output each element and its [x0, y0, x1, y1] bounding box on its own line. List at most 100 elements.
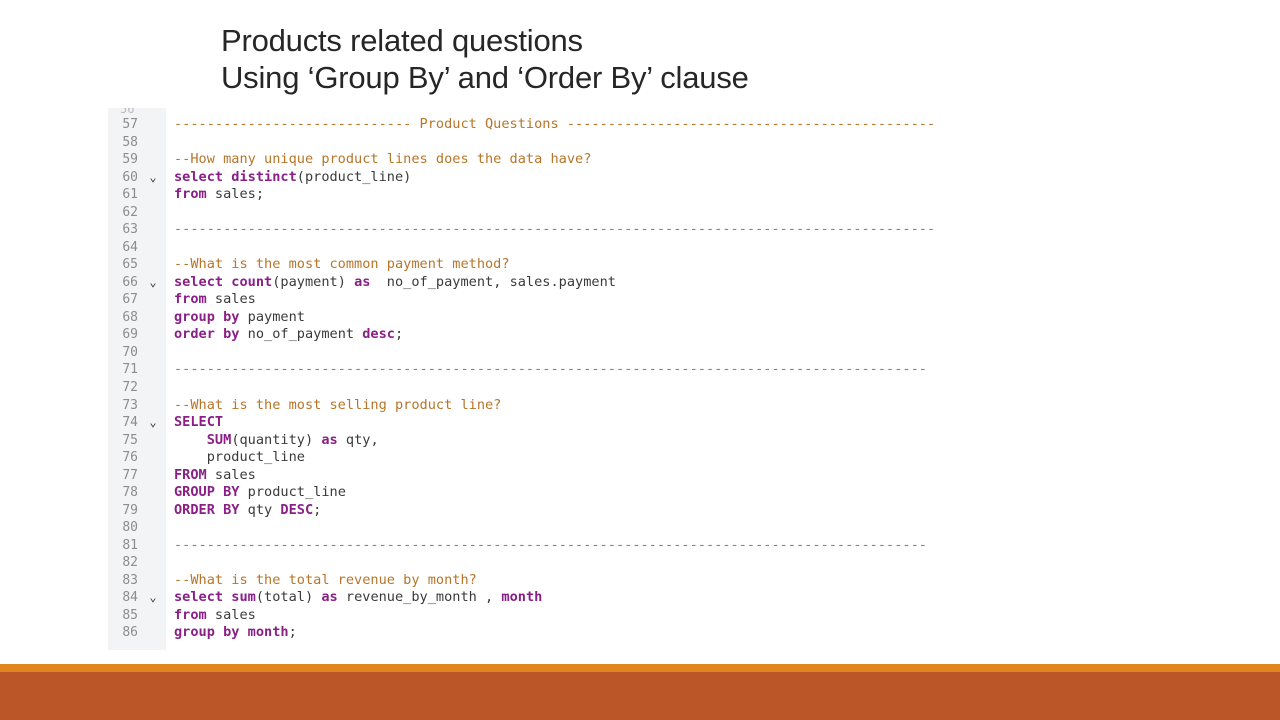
sql-keyword: group by month	[174, 624, 289, 641]
code-line: 70	[108, 344, 1216, 362]
sql-keyword: as	[321, 589, 338, 606]
line-number: 62	[122, 204, 138, 220]
sql-keyword: from	[174, 186, 207, 203]
sql-text: no_of_payment	[239, 326, 363, 343]
code-text: product_line	[174, 449, 305, 467]
code-line: 64	[108, 239, 1216, 257]
code-text: --What is the most selling product line?	[174, 397, 501, 415]
sql-keyword: DESC	[280, 501, 314, 518]
sql-text: sales;	[206, 186, 265, 203]
sql-text: revenue_by_month ,	[337, 589, 502, 606]
fold-chevron-icon[interactable]: ⌄	[146, 589, 160, 607]
line-number: 69	[122, 327, 138, 343]
fold-chevron-icon[interactable]: ⌄	[146, 169, 160, 187]
sql-text: no_of_payment, sales.payment	[370, 273, 616, 290]
code-line: 85 from sales	[108, 607, 1216, 625]
code-text: group by payment	[174, 309, 305, 327]
line-number: 81	[122, 537, 138, 553]
line-number: 64	[122, 239, 138, 255]
code-line: 71 --------------------------------------…	[108, 361, 1216, 379]
code-text: FROM sales	[174, 467, 256, 485]
code-lines: 57 ----------------------------- Product …	[108, 116, 1216, 642]
line-number: 71	[122, 362, 138, 378]
code-line: 81 --------------------------------------…	[108, 537, 1216, 555]
code-text: --What is the total revenue by month?	[174, 572, 477, 590]
footer-bar	[0, 672, 1280, 720]
line-number: 86	[122, 625, 138, 641]
sql-text: qty	[239, 501, 281, 518]
sql-keyword: FROM	[174, 466, 207, 483]
code-line: 73 --What is the most selling product lin…	[108, 397, 1216, 415]
sql-keyword: order by	[174, 326, 240, 343]
fold-chevron-icon[interactable]: ⌄	[146, 414, 160, 432]
slide-title-line-2: Using ‘Group By’ and ‘Order By’ clause	[221, 60, 749, 95]
code-text: SUM(quantity) as qty,	[174, 432, 379, 450]
code-text: ORDER BY qty DESC;	[174, 502, 321, 520]
code-text: --How many unique product lines does the…	[174, 151, 591, 169]
line-number: 67	[122, 292, 138, 308]
line-number: 61	[122, 187, 138, 203]
code-line: 74 ⌄ SELECT	[108, 414, 1216, 432]
line-number: 58	[122, 134, 138, 150]
slide-title: Products related questions Using ‘Group …	[221, 22, 749, 96]
code-text: from sales	[174, 291, 256, 309]
code-text: from sales;	[174, 186, 264, 204]
sql-text: product_line	[239, 484, 346, 501]
sql-text: (total)	[255, 589, 322, 606]
code-line: 63 --------------------------------------…	[108, 221, 1216, 239]
sql-text: sales	[206, 466, 256, 483]
line-number: 76	[122, 450, 138, 466]
sql-text: product_line	[174, 449, 305, 466]
code-line: 69 order by no_of_payment desc;	[108, 326, 1216, 344]
code-text: GROUP BY product_line	[174, 484, 346, 502]
sql-comment: --What is the most common payment method…	[174, 256, 510, 273]
sql-comment: --What is the total revenue by month?	[174, 571, 477, 588]
accent-bar	[0, 664, 1280, 672]
code-line: 84 ⌄ select sum(total) as revenue_by_month…	[108, 589, 1216, 607]
sql-text: (product_line)	[296, 168, 412, 185]
sql-comment: --How many unique product lines does the…	[174, 151, 592, 168]
slide-title-line-1: Products related questions	[221, 23, 583, 58]
partial-line-number: 56	[120, 108, 135, 116]
code-text: ----------------------------------------…	[174, 221, 935, 239]
code-line: 76 product_line	[108, 449, 1216, 467]
line-number: 57	[122, 117, 138, 132]
sql-keyword: SELECT	[174, 414, 224, 431]
sql-text: ;	[395, 326, 404, 343]
sql-text: payment	[239, 308, 305, 325]
line-number: 66	[122, 274, 138, 290]
code-line: 65 --What is the most common payment meth…	[108, 256, 1216, 274]
line-number: 72	[122, 379, 138, 395]
line-number: 79	[122, 502, 138, 518]
sql-text: sales	[206, 291, 256, 308]
sql-keyword: from	[174, 291, 207, 308]
line-number: 75	[122, 432, 138, 448]
code-text: order by no_of_payment desc;	[174, 326, 403, 344]
code-text: --What is the most common payment method…	[174, 256, 510, 274]
sql-keyword: ORDER BY	[174, 501, 240, 518]
code-text: group by month;	[174, 624, 297, 642]
line-number: 74	[122, 415, 138, 431]
code-line: 83 --What is the total revenue by month?	[108, 572, 1216, 590]
line-number: 82	[122, 555, 138, 571]
code-line: 77 FROM sales	[108, 467, 1216, 485]
sql-keyword: month	[501, 589, 543, 606]
sql-keyword: SUM	[206, 431, 232, 448]
code-text: select distinct(product_line)	[174, 169, 411, 187]
line-number: 83	[122, 572, 138, 588]
line-number: 78	[122, 485, 138, 501]
line-number: 77	[122, 467, 138, 483]
code-line: 75 SUM(quantity) as qty,	[108, 432, 1216, 450]
code-line: 62	[108, 204, 1216, 222]
sql-keyword: as	[354, 273, 371, 290]
code-line: 86 group by month;	[108, 624, 1216, 642]
sql-keyword: GROUP BY	[174, 484, 240, 501]
line-number: 85	[122, 607, 138, 623]
code-text: from sales	[174, 607, 256, 625]
code-line: 78 GROUP BY product_line	[108, 484, 1216, 502]
line-number: 63	[122, 222, 138, 238]
code-line: 59 --How many unique product lines does t…	[108, 151, 1216, 169]
sql-comment: ----------------------------------------…	[174, 221, 936, 238]
fold-chevron-icon[interactable]: ⌄	[146, 274, 160, 292]
sql-text: sales	[206, 606, 256, 623]
